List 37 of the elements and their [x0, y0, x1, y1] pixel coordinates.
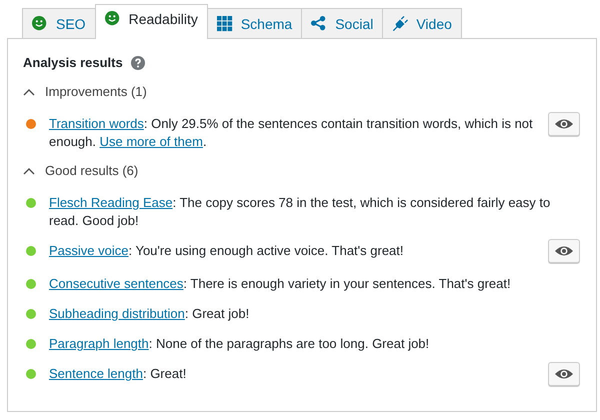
grid-icon — [216, 16, 233, 32]
tab[interactable]: Video — [382, 8, 462, 38]
result-text: Sentence length: Great! — [49, 365, 188, 383]
highlight-button[interactable] — [548, 362, 580, 386]
result-text: Consecutive sentences: There is enough variety in your sentences. That's great! — [49, 275, 512, 293]
plug-icon — [392, 16, 408, 32]
tab[interactable]: Readability — [94, 4, 208, 39]
group-toggle[interactable]: Good results (6) — [23, 163, 138, 178]
result-text: Paragraph length: None of the paragraphs are too long. Great job! — [49, 335, 430, 353]
result-link[interactable]: Use more of them — [100, 134, 203, 149]
result-text: Transition words: Only 29.5% of the sentences contain transition words, which is not enough. Use more of them. — [49, 115, 534, 151]
help-icon[interactable] — [130, 56, 145, 70]
tab[interactable]: Social — [301, 8, 384, 38]
result-link[interactable]: Subheading distribution — [49, 306, 185, 321]
result-link[interactable]: Consecutive sentences — [49, 276, 184, 291]
share-icon — [311, 16, 328, 32]
eye-icon — [554, 368, 574, 380]
smiley-icon — [32, 16, 48, 32]
result-text: Passive voice: You're using enough active voice. That's great! — [49, 242, 405, 260]
tab[interactable]: Schema — [206, 8, 302, 38]
result-text: Flesch Reading Ease: The copy scores 78 in the test, which is considered fairly easy to read. Good job! — [49, 194, 552, 230]
result-link[interactable]: Passive voice — [49, 243, 128, 258]
chevron-icon — [23, 166, 35, 174]
eye-icon — [554, 118, 574, 130]
highlight-button[interactable] — [548, 112, 580, 136]
result-link[interactable]: Flesch Reading Ease — [49, 195, 173, 210]
result-link[interactable]: Sentence length — [49, 366, 143, 381]
section-heading: Analysis results — [23, 55, 123, 70]
smiley-icon — [104, 11, 121, 27]
result-link[interactable]: Transition words — [49, 116, 144, 131]
highlight-button[interactable] — [548, 239, 580, 263]
result-link[interactable]: Paragraph length — [49, 336, 149, 351]
group-toggle[interactable]: Improvements (1) — [23, 84, 147, 99]
result-text: Subheading distribution: Great job! — [49, 305, 250, 323]
chevron-icon — [23, 88, 35, 96]
eye-icon — [554, 245, 574, 257]
tab[interactable]: SEO — [22, 8, 96, 38]
